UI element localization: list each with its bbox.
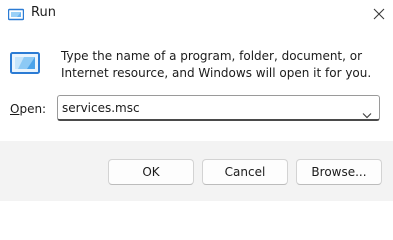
ok-button[interactable]: OK xyxy=(108,159,194,185)
title-bar: Run xyxy=(0,0,393,28)
button-bar: OK Cancel Browse... xyxy=(0,141,393,201)
run-app-icon xyxy=(7,6,25,21)
open-label-text: pen: xyxy=(19,102,47,116)
close-button[interactable] xyxy=(370,5,388,23)
chevron-down-icon xyxy=(362,113,372,119)
run-app-icon xyxy=(10,50,40,78)
dialog-body: Type the name of a program, folder, docu… xyxy=(0,28,393,141)
dropdown-button[interactable] xyxy=(362,104,372,119)
open-input[interactable] xyxy=(62,99,352,117)
run-dialog: Run Type the name of a program, folder, … xyxy=(0,0,393,201)
description-text: Type the name of a program, folder, docu… xyxy=(61,49,372,80)
open-combobox[interactable] xyxy=(57,95,380,121)
window-title: Run xyxy=(31,5,56,20)
browse-button[interactable]: Browse... xyxy=(296,159,382,185)
open-label: Open: xyxy=(10,102,46,116)
close-icon xyxy=(373,8,385,20)
cancel-button[interactable]: Cancel xyxy=(202,159,288,185)
